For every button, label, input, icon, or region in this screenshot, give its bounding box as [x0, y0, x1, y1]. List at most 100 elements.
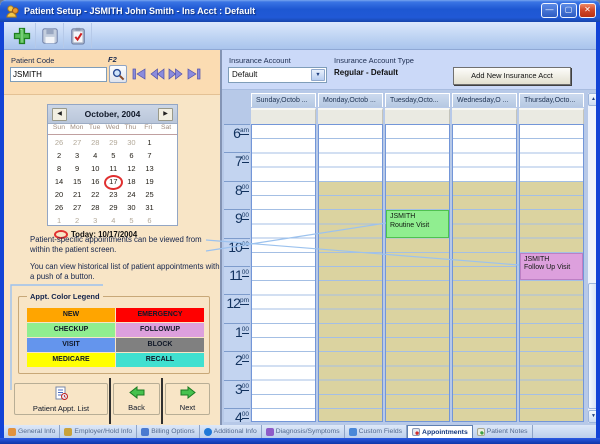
plus-icon	[12, 26, 32, 46]
legend-item: RECALL	[116, 353, 204, 367]
calendar-date-cell[interactable]: 2	[50, 149, 68, 162]
calendar-date-cell[interactable]: 3	[68, 149, 86, 162]
legend-item: CHECKUP	[27, 323, 115, 337]
calendar-date-cell[interactable]: 25	[140, 188, 158, 201]
tab-additional-info[interactable]: Additional Info	[200, 425, 262, 438]
patient-code-input[interactable]	[10, 67, 107, 82]
patient-search-button[interactable]	[109, 65, 127, 83]
calendar-date-cell[interactable]: 13	[140, 162, 158, 175]
calendar-date-cell[interactable]: 28	[86, 201, 104, 214]
calendar-date-cell[interactable]: 23	[104, 188, 122, 201]
appointment[interactable]: JSMITHRoutine Visit	[386, 210, 449, 237]
tab-label: General Info	[18, 428, 55, 435]
tab-custom-fields[interactable]: Custom Fields	[345, 425, 407, 438]
tab-label: Patient Notes	[487, 428, 528, 435]
tab-label: Employer/Hold Info	[74, 428, 132, 435]
calendar-date-cell[interactable]: 17	[104, 175, 122, 188]
calendar-date-cell[interactable]: 1	[140, 136, 158, 149]
calendar-date-cell[interactable]: 10	[86, 162, 104, 175]
calendar-date-cell[interactable]: 29	[104, 201, 122, 214]
calendar-prev-month-button[interactable]: ◀	[52, 108, 67, 121]
legend-title: Appt. Color Legend	[27, 292, 103, 301]
calendar-date-cell[interactable]: 22	[86, 188, 104, 201]
calendar-date-cell[interactable]: 6	[140, 214, 158, 227]
last-record-icon[interactable]	[186, 68, 201, 80]
next-record-icon[interactable]	[168, 68, 183, 80]
calendar-month-title: October, 2004	[85, 109, 141, 119]
day-column[interactable]	[318, 124, 383, 422]
calendar-date-cell[interactable]: 4	[104, 214, 122, 227]
calendar-date-cell[interactable]: 3	[86, 214, 104, 227]
calendar-date-cell[interactable]: 7	[140, 149, 158, 162]
day-column[interactable]: JSMITHRoutine Visit	[385, 124, 450, 422]
day-column[interactable]: JSMITHFollow Up Visit	[519, 124, 584, 422]
main-toolbar	[4, 22, 596, 50]
day-column-header[interactable]: Thursday,Octo...	[519, 93, 584, 107]
next-button[interactable]: Next	[165, 383, 210, 415]
appointment-type: Follow Up Visit	[524, 264, 582, 273]
first-record-icon[interactable]	[132, 68, 147, 80]
calendar-date-cell[interactable]: 30	[122, 136, 140, 149]
close-button[interactable]: ✕	[579, 3, 596, 18]
tab-billing[interactable]: Billing Options	[137, 425, 199, 438]
calendar-date-cell[interactable]: 5	[104, 149, 122, 162]
calendar-date-cell[interactable]: 1	[50, 214, 68, 227]
day-column[interactable]	[251, 124, 316, 422]
calendar-date-cell[interactable]: 24	[122, 188, 140, 201]
calendar-date-cell[interactable]: 4	[86, 149, 104, 162]
insurance-account-select[interactable]: Default ▼	[228, 67, 327, 83]
save-button[interactable]	[36, 23, 64, 48]
calendar-date-cell[interactable]: 16	[86, 175, 104, 188]
calendar-date-cell[interactable]: 15	[68, 175, 86, 188]
title-bar: Patient Setup - JSMITH John Smith - Ins …	[0, 0, 600, 22]
calendar-date-cell[interactable]: 11	[104, 162, 122, 175]
calendar-date-cell[interactable]: 26	[50, 201, 68, 214]
tab-appointments[interactable]: Appointments	[407, 425, 473, 438]
calendar-date-cell[interactable]: 21	[68, 188, 86, 201]
calendar-date-cell[interactable]: 19	[140, 175, 158, 188]
calendar-date-cell[interactable]: 18	[122, 175, 140, 188]
calendar-date-cell[interactable]: 27	[68, 136, 86, 149]
calendar-date-cell[interactable]: 30	[122, 201, 140, 214]
tab-general-info[interactable]: General Info	[4, 425, 60, 438]
clipboard-check-icon	[69, 27, 87, 45]
add-new-insurance-button[interactable]: Add New Insurance Acct	[453, 67, 571, 85]
calendar-date-cell[interactable]: 2	[68, 214, 86, 227]
maximize-button[interactable]: ▢	[560, 3, 577, 18]
combo-dropdown-arrow-icon[interactable]: ▼	[311, 69, 325, 81]
calendar-date-cell[interactable]: 20	[50, 188, 68, 201]
calendar-date-cell[interactable]: 12	[122, 162, 140, 175]
calendar-date-cell[interactable]: 8	[50, 162, 68, 175]
appointment[interactable]: JSMITHFollow Up Visit	[520, 253, 583, 280]
new-button[interactable]	[8, 23, 36, 48]
day-column-header[interactable]: Wednesday,O ...	[452, 93, 517, 107]
day-column[interactable]	[452, 124, 517, 422]
day-column-header[interactable]: Tuesday,Octo...	[385, 93, 450, 107]
calendar-date-cell[interactable]: 31	[140, 201, 158, 214]
calendar-date-cell[interactable]: 9	[68, 162, 86, 175]
appointments-panel: Insurance Account Default ▼ Insurance Ac…	[222, 50, 596, 425]
back-button[interactable]: Back	[113, 383, 160, 415]
calendar-date-cell[interactable]: 5	[122, 214, 140, 227]
calendar-date-cell[interactable]: 14	[50, 175, 68, 188]
day-column-header[interactable]: Sunday,Octob ...	[251, 93, 316, 107]
day-column-header[interactable]: Monday,Octob ...	[318, 93, 383, 107]
calendar-date-cell[interactable]: 27	[68, 201, 86, 214]
minimize-button[interactable]: —	[541, 3, 558, 18]
calendar-date-cell[interactable]: 28	[86, 136, 104, 149]
tab-patient-notes[interactable]: Patient Notes	[473, 425, 533, 438]
previous-record-icon[interactable]	[150, 68, 165, 80]
calendar-dow-label: Fri	[139, 124, 157, 134]
insurance-band: Insurance Account Default ▼ Insurance Ac…	[222, 50, 596, 90]
patient-appt-list-button[interactable]: Patient Appt. List	[14, 383, 108, 415]
calendar-date-cell[interactable]: 26	[50, 136, 68, 149]
calendar-next-month-button[interactable]: ▶	[158, 108, 173, 121]
tab-label: Billing Options	[151, 428, 194, 435]
calendar-date-cell[interactable]: 6	[122, 149, 140, 162]
tab-employer[interactable]: Employer/Hold Info	[60, 425, 137, 438]
tab-diagnosis[interactable]: Diagnosis/Symptoms	[262, 425, 345, 438]
window-border-bottom	[0, 438, 600, 444]
verify-button[interactable]	[64, 23, 92, 48]
bottom-tab-bar: General Info Employer/Hold Info Billing Op…	[4, 425, 596, 438]
calendar-date-cell[interactable]: 29	[104, 136, 122, 149]
